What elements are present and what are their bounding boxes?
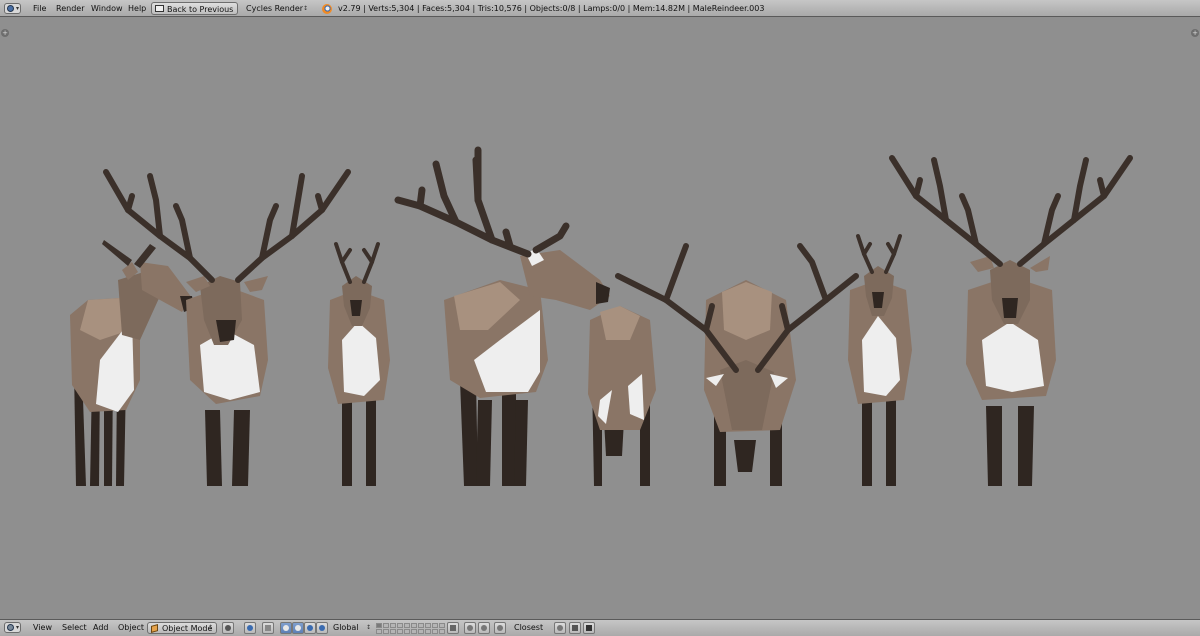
transform-orientation-select[interactable]: Global <box>331 620 361 636</box>
editor-type-icon[interactable]: ▾ <box>4 622 21 633</box>
reindeer-male-4 <box>394 146 610 486</box>
magnet-icon[interactable] <box>494 622 506 634</box>
chevron-updown-icon: ↕ <box>208 624 214 631</box>
menu-file[interactable]: File <box>31 0 48 17</box>
pivot-icon[interactable] <box>244 622 256 634</box>
menu-render[interactable]: Render <box>54 0 86 17</box>
editor-type-icon[interactable]: ▾ <box>4 3 21 14</box>
reindeer-render <box>70 146 1133 486</box>
menu-select[interactable]: Select <box>60 620 89 636</box>
render-icon[interactable] <box>569 622 581 634</box>
layer-buttons[interactable] <box>374 622 445 634</box>
snap-target-select[interactable]: Closest <box>512 620 545 636</box>
scene-statistics: v2.79 | Verts:5,304 | Faces:5,304 | Tris… <box>338 4 765 13</box>
blender-logo-icon <box>322 4 332 14</box>
back-to-previous-label: Back to Previous <box>167 5 234 14</box>
info-header: ▾ File Render Window Help Back to Previo… <box>0 0 1200 17</box>
menu-object[interactable]: Object <box>116 620 146 636</box>
3d-view-header: ▾ View Select Add Object Object Mode ↕ G… <box>0 619 1200 636</box>
scale-icon[interactable] <box>316 622 328 634</box>
translate-icon[interactable] <box>280 622 292 634</box>
layer-lock-icon[interactable] <box>447 622 459 634</box>
menu-view[interactable]: View <box>31 620 54 636</box>
object-mode-icon <box>151 624 158 633</box>
snap-align-icon[interactable] <box>554 622 566 634</box>
proportional-edit-icon[interactable] <box>464 622 476 634</box>
reindeer-female-3 <box>328 242 390 486</box>
reindeer-female-5 <box>588 306 656 486</box>
reindeer-female-1 <box>70 240 194 486</box>
render-engine-select[interactable]: Cycles Render <box>244 0 305 17</box>
menu-help[interactable]: Help <box>126 0 148 17</box>
chevron-updown-icon: ↕ <box>303 5 309 12</box>
screen-back-icon <box>155 5 164 12</box>
shading-sphere-icon[interactable] <box>222 622 234 634</box>
menu-add[interactable]: Add <box>91 620 111 636</box>
scale-icon[interactable] <box>304 622 316 634</box>
rotate-icon[interactable] <box>292 622 304 634</box>
menu-window[interactable]: Window <box>89 0 125 17</box>
interaction-mode-label: Object Mode <box>162 624 213 633</box>
back-to-previous-button[interactable]: Back to Previous <box>151 2 239 15</box>
clapboard-icon[interactable] <box>583 622 595 634</box>
interaction-mode-select[interactable]: Object Mode <box>147 622 218 634</box>
manipulator-icon[interactable] <box>262 622 274 634</box>
chevron-updown-icon: ↕ <box>366 624 372 631</box>
proportional-falloff-icon[interactable] <box>478 622 490 634</box>
reindeer-male-8 <box>889 155 1133 486</box>
3d-viewport[interactable]: + + <box>0 17 1200 619</box>
